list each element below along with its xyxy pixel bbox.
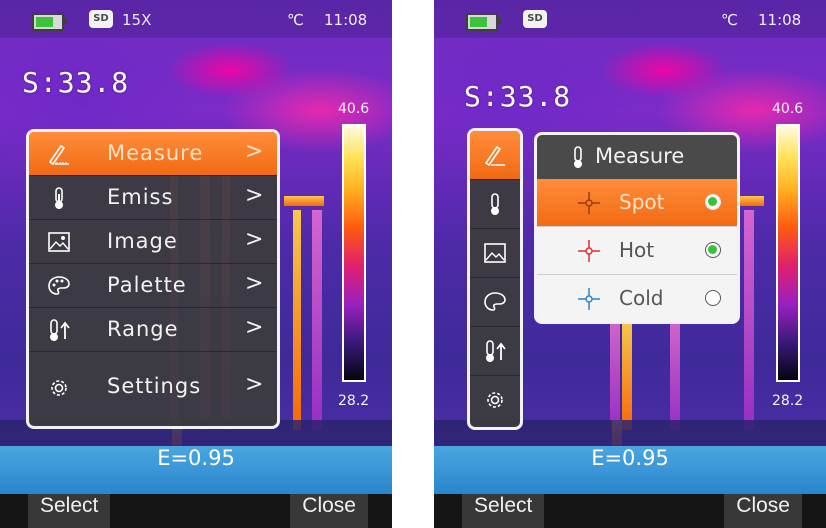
chevron-right-icon: > — [245, 139, 264, 164]
cold-cursor-icon — [578, 288, 600, 310]
temperature-unit: ℃ — [721, 11, 738, 29]
temperature-unit: ℃ — [287, 11, 304, 29]
rail-item-emiss[interactable] — [470, 180, 520, 229]
emissivity-value: E=0.95 — [157, 446, 235, 470]
spot-temperature: S:33.8 — [22, 66, 130, 99]
menu-item-label: Range — [107, 317, 179, 341]
range-icon — [50, 319, 70, 341]
hot-cursor-icon — [578, 240, 600, 262]
battery-icon — [466, 13, 501, 31]
thermometer-icon — [491, 193, 499, 215]
scale-max-value: 40.6 — [338, 101, 370, 117]
zoom-level: 15X — [122, 11, 152, 29]
menu-item-settings[interactable]: Settings > — [29, 352, 277, 426]
main-menu: Measure > Emiss > Image > Palette > Rang… — [26, 129, 280, 429]
palette-icon — [484, 292, 506, 311]
menu-item-label: Measure — [107, 141, 204, 165]
submenu-header: Measure — [537, 135, 737, 179]
measure-pen-icon — [48, 144, 69, 166]
image-icon — [484, 243, 506, 263]
cold-checkbox[interactable] — [705, 290, 721, 306]
scale-min-value: 28.2 — [772, 393, 804, 409]
status-bar: SD ℃ 11:08 — [434, 0, 826, 38]
thermometer-icon — [574, 146, 582, 168]
menu-item-label: Emiss — [107, 185, 174, 209]
palette-icon — [48, 276, 70, 295]
submenu-item-label: Hot — [619, 238, 655, 262]
menu-item-label: Palette — [107, 273, 187, 297]
emissivity-value: E=0.95 — [591, 446, 669, 470]
sd-card-icon: SD — [89, 10, 113, 28]
thermometer-icon — [55, 187, 63, 209]
rail-item-measure[interactable] — [470, 131, 520, 180]
submenu-item-label: Cold — [619, 286, 664, 310]
select-softkey[interactable]: Select — [28, 494, 111, 528]
rail-item-settings[interactable] — [470, 376, 520, 427]
spot-checkbox[interactable] — [705, 194, 721, 210]
emissivity-bar: E=0.95 — [0, 446, 392, 494]
submenu-item-spot[interactable]: Spot — [537, 179, 737, 227]
close-softkey[interactable]: Close — [290, 494, 368, 528]
gear-icon — [51, 380, 67, 396]
color-scale-bar — [342, 124, 366, 382]
clock: 11:08 — [324, 11, 368, 29]
menu-item-palette[interactable]: Palette > — [29, 264, 277, 308]
gear-icon — [487, 392, 503, 408]
scale-max-value: 40.6 — [772, 101, 804, 117]
menu-icon-rail — [467, 128, 523, 430]
spot-cursor-icon — [578, 192, 600, 214]
clock: 11:08 — [758, 11, 802, 29]
menu-item-range[interactable]: Range > — [29, 308, 277, 352]
measure-pen-icon — [484, 145, 505, 167]
menu-item-measure[interactable]: Measure > — [29, 132, 277, 176]
thermal-screen-menu: SD 15X ℃ 11:08 S:33.8 40.6 28.2 Measure … — [0, 0, 392, 528]
thermal-screen-submenu: SD ℃ 11:08 S:33.8 40.6 28.2 Measure Spot… — [434, 0, 826, 528]
submenu-item-label: Spot — [619, 190, 665, 214]
chevron-right-icon: > — [245, 372, 264, 397]
battery-icon — [32, 13, 67, 31]
menu-item-emiss[interactable]: Emiss > — [29, 176, 277, 220]
hot-checkbox[interactable] — [705, 242, 721, 258]
submenu-item-hot[interactable]: Hot — [537, 227, 737, 275]
emissivity-bar: E=0.95 — [434, 446, 826, 494]
color-scale-bar — [776, 124, 800, 382]
chevron-right-icon: > — [245, 227, 264, 252]
submenu-title: Measure — [595, 144, 685, 168]
menu-item-image[interactable]: Image > — [29, 220, 277, 264]
chevron-right-icon: > — [245, 183, 264, 208]
status-bar: SD 15X ℃ 11:08 — [0, 0, 392, 38]
submenu-item-cold[interactable]: Cold — [537, 275, 737, 321]
chevron-right-icon: > — [245, 271, 264, 296]
spot-temperature: S:33.8 — [464, 80, 572, 113]
menu-item-label: Image — [107, 229, 178, 253]
close-softkey[interactable]: Close — [724, 494, 802, 528]
scale-min-value: 28.2 — [338, 393, 370, 409]
image-icon — [48, 232, 70, 252]
sd-card-icon: SD — [523, 10, 547, 28]
rail-item-palette[interactable] — [470, 278, 520, 327]
range-icon — [486, 340, 506, 362]
rail-item-range[interactable] — [470, 327, 520, 376]
rail-item-image[interactable] — [470, 229, 520, 278]
select-softkey[interactable]: Select — [462, 494, 545, 528]
menu-item-label: Settings — [107, 374, 202, 398]
measure-submenu: Measure Spot Hot Cold — [534, 132, 740, 324]
chevron-right-icon: > — [245, 315, 264, 340]
